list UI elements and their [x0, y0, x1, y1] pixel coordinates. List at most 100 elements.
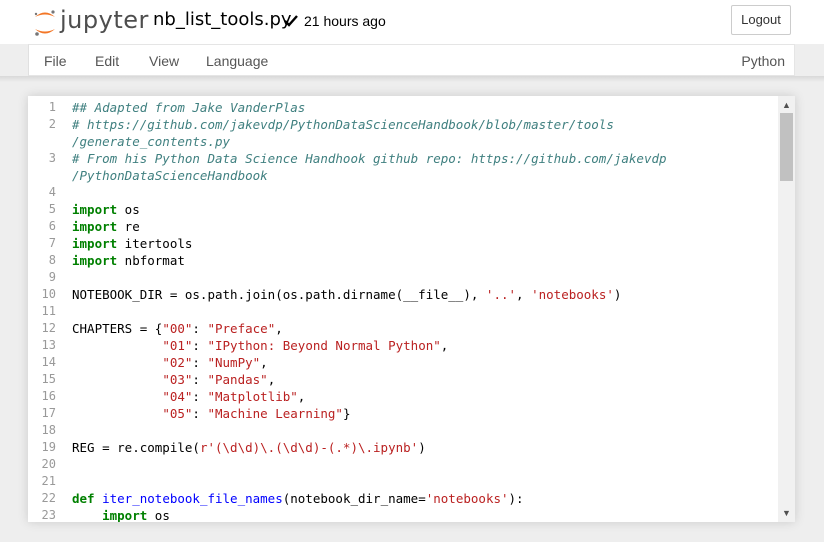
scroll-thumb[interactable] — [780, 113, 793, 181]
checkmark-icon — [284, 15, 298, 27]
code-token: import — [72, 236, 118, 251]
code-token: : — [192, 338, 208, 353]
line-number: 16 — [41, 389, 56, 403]
code-line[interactable]: 13 "01": "IPython: Beyond Normal Python"… — [42, 337, 777, 354]
line-number: 14 — [41, 355, 56, 369]
code-line[interactable]: 23 import os — [42, 507, 777, 522]
code-token: "Machine Learning" — [207, 406, 343, 421]
code-line[interactable]: 1 ## Adapted from Jake VanderPlas — [49, 99, 777, 116]
code-token: "NumPy" — [207, 355, 261, 370]
code-token: # From his Python Data Science Handhook … — [72, 151, 667, 166]
line-number: 18 — [41, 423, 56, 437]
code-token: "05" — [162, 406, 193, 421]
code-line[interactable]: 5 import os — [49, 201, 777, 218]
code-line[interactable]: 4 — [49, 184, 777, 201]
code-token: REG = re.compile( — [72, 440, 200, 455]
code-token: : — [192, 406, 208, 421]
code-token: : — [192, 355, 208, 370]
code-line[interactable]: 15 "03": "Pandas", — [42, 371, 777, 388]
line-number: 6 — [48, 219, 56, 233]
jupyter-logo-icon — [34, 10, 55, 36]
code-token: '..' — [485, 287, 517, 302]
code-line[interactable]: 19 REG = re.compile(r'(\d\d)\.(\d\d)-(.*)… — [42, 439, 777, 456]
code-token: def — [72, 491, 95, 506]
scroll-up-arrow-icon[interactable]: ▲ — [778, 98, 795, 112]
code-token: # https://github.com/jakevdp/PythonDataS… — [72, 117, 614, 132]
menu-language[interactable]: Language — [206, 53, 268, 69]
code-token: "Matplotlib" — [207, 389, 298, 404]
notebook-name[interactable]: nb_list_tools.py — [153, 9, 292, 30]
code-line[interactable]: /PythonDataScienceHandbook — [72, 167, 777, 184]
code-line[interactable]: 9 — [49, 269, 777, 286]
line-number: 8 — [48, 253, 56, 267]
code-token: ## Adapted from Jake VanderPlas — [72, 100, 306, 115]
line-number: 2 — [48, 117, 56, 131]
logo-wordmark: jupyter — [60, 6, 149, 34]
jupyter-logo[interactable]: jupyter — [32, 6, 148, 36]
code-line[interactable]: 14 "02": "NumPy", — [42, 354, 777, 371]
line-number: 23 — [41, 508, 56, 522]
code-token: itertools — [117, 236, 193, 251]
line-number: 21 — [41, 474, 56, 488]
scroll-down-arrow-icon[interactable]: ▼ — [778, 506, 795, 520]
code-token: ) — [418, 440, 426, 455]
code-token: "Pandas" — [207, 372, 268, 387]
line-number: 13 — [41, 338, 56, 352]
code-token: (notebook_dir_name= — [282, 491, 426, 506]
code-line[interactable]: 2 # https://github.com/jakevdp/PythonData… — [49, 116, 777, 133]
code-token: import — [102, 508, 148, 522]
line-number: 5 — [48, 202, 56, 216]
kernel-indicator: Python — [741, 53, 785, 69]
code-token: } — [342, 406, 351, 421]
code-line[interactable]: 16 "04": "Matplotlib", — [42, 388, 777, 405]
code-token: , — [297, 389, 306, 404]
code-line[interactable]: 18 — [42, 422, 777, 439]
code-token: "00" — [162, 321, 193, 336]
menu-edit[interactable]: Edit — [95, 53, 119, 69]
code-token: : — [192, 389, 208, 404]
logout-button[interactable]: Logout — [731, 5, 791, 35]
code-line[interactable]: /generate_contents.py — [72, 133, 777, 150]
code-token: /PythonDataScienceHandbook — [72, 168, 268, 183]
code-token: "01" — [162, 338, 193, 353]
code-line[interactable]: 21 — [42, 473, 777, 490]
code-line[interactable]: 11 — [42, 303, 777, 320]
code-token: , — [260, 355, 268, 370]
code-line[interactable]: 6 import re — [49, 218, 777, 235]
line-number: 12 — [41, 321, 56, 335]
line-number: 15 — [41, 372, 56, 386]
code-token: , — [275, 321, 283, 336]
code-token: nbformat — [117, 253, 185, 268]
code-line[interactable]: 7 import itertools — [49, 235, 777, 252]
code-token: os — [147, 508, 170, 522]
code-line[interactable]: 3 # From his Python Data Science Handhook… — [49, 150, 777, 167]
menubar: File Edit View Language Python — [28, 44, 795, 76]
code-line[interactable]: 12 CHAPTERS = {"00": "Preface", — [42, 320, 777, 337]
code-area[interactable]: 1 ## Adapted from Jake VanderPlas 2 # https… — [42, 99, 777, 522]
code-token: ) — [613, 287, 622, 302]
code-token: iter_notebook_file_names — [102, 491, 283, 506]
code-token: os — [117, 202, 140, 217]
code-line[interactable]: 8 import nbformat — [49, 252, 777, 269]
code-line[interactable]: 20 — [42, 456, 777, 473]
vertical-scrollbar[interactable]: ▲ ▼ — [778, 96, 795, 522]
line-number: 4 — [48, 185, 56, 199]
code-editor[interactable]: 1 ## Adapted from Jake VanderPlas 2 # https… — [28, 96, 795, 522]
menu-file[interactable]: File — [44, 53, 67, 69]
code-line[interactable]: 10 NOTEBOOK_DIR = os.path.join(os.path.di… — [42, 286, 777, 303]
header-bar: jupyter nb_list_tools.py 21 hours ago Lo… — [0, 0, 824, 44]
line-number: 3 — [48, 151, 56, 165]
code-line[interactable]: 22 def iter_notebook_file_names(notebook_… — [42, 490, 777, 507]
code-line[interactable]: 17 "05": "Machine Learning"} — [42, 405, 777, 422]
code-token: , — [516, 287, 532, 302]
code-token: CHAPTERS = { — [72, 321, 163, 336]
code-token: : — [192, 321, 208, 336]
menu-view[interactable]: View — [149, 53, 179, 69]
save-status: 21 hours ago — [304, 13, 386, 29]
code-token: import — [72, 253, 118, 268]
